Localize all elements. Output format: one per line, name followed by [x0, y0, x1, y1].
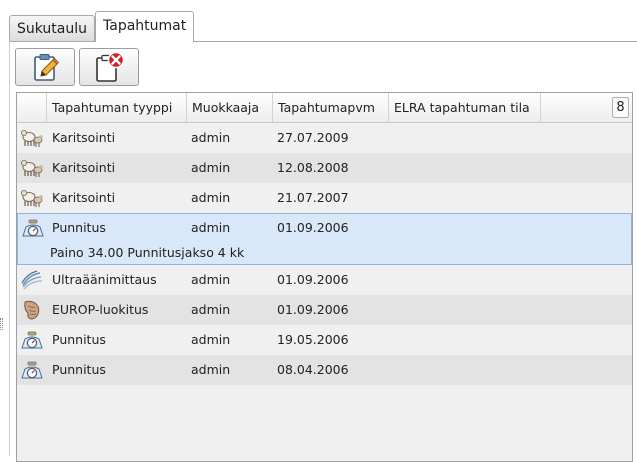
cell-editor: admin — [191, 302, 231, 317]
cell-date: 01.09.2006 — [277, 302, 349, 317]
clipboard-edit-icon — [34, 54, 60, 81]
cell-editor: admin — [191, 190, 231, 205]
cell-type: Ultraäänimittaus — [52, 272, 157, 287]
cell-editor: admin — [191, 130, 231, 145]
cell-date: 08.04.2006 — [277, 362, 349, 377]
cell-editor: admin — [191, 272, 231, 287]
cell-type: EUROP-luokitus — [52, 302, 149, 317]
cell-date: 12.08.2008 — [277, 160, 349, 175]
column-header-editor[interactable]: Muokkaaja — [187, 93, 273, 122]
cell-type: Punnitus — [52, 220, 106, 235]
lamb-icon — [21, 130, 43, 147]
tab-sukutaulu[interactable]: Sukutaulu — [9, 15, 96, 41]
cell-type: Karitsointi — [52, 160, 116, 175]
table-row-selected[interactable]: Punnitus admin 01.09.2006 Paino 34.00 Pu… — [17, 213, 632, 265]
table-row[interactable]: Ultraäänimittaus admin 01.09.2006 — [17, 265, 632, 295]
cell-editor: admin — [191, 160, 231, 175]
row-detail-text: Paino 34.00 Punnitusjakso 4 kk — [50, 245, 245, 260]
table-row[interactable]: Karitsointi admin 27.07.2009 — [17, 123, 632, 153]
cell-type: Karitsointi — [52, 130, 116, 145]
cell-date: 01.09.2006 — [277, 272, 349, 287]
header-icon-column — [17, 93, 47, 122]
row-count-badge: 8 — [612, 97, 629, 118]
column-header-type[interactable]: Tapahtuman tyyppi — [47, 93, 187, 122]
scale-icon — [22, 219, 44, 237]
panel-left-edge — [9, 41, 10, 456]
clipboard-delete-icon — [96, 51, 125, 82]
cell-type: Karitsointi — [52, 190, 116, 205]
column-header-elra-status[interactable]: ELRA tapahtuman tila — [389, 93, 541, 122]
splitter-grip[interactable] — [0, 318, 3, 330]
cell-editor: admin — [191, 220, 231, 235]
lamb-icon — [21, 190, 43, 207]
scale-icon — [21, 331, 43, 349]
cell-editor: admin — [191, 332, 231, 347]
lamb-icon — [21, 160, 43, 177]
carcass-icon — [24, 300, 40, 320]
cell-date: 27.07.2009 — [277, 130, 349, 145]
edit-event-button[interactable] — [15, 48, 75, 86]
delete-event-button[interactable] — [79, 48, 139, 86]
cell-editor: admin — [191, 362, 231, 377]
table-row[interactable]: Punnitus admin 08.04.2006 — [17, 355, 632, 385]
table-row[interactable]: Karitsointi admin 12.08.2008 — [17, 153, 632, 183]
cell-type: Punnitus — [52, 362, 106, 377]
table-row[interactable]: Punnitus admin 19.05.2006 — [17, 325, 632, 355]
cell-date: 01.09.2006 — [277, 220, 349, 235]
ultrasound-icon — [21, 270, 43, 290]
scale-icon — [21, 361, 43, 379]
events-grid: Tapahtuman tyyppi Muokkaaja Tapahtumapvm… — [16, 92, 633, 462]
tab-tapahtumat[interactable]: Tapahtumat — [95, 11, 195, 42]
cell-date: 21.07.2007 — [277, 190, 349, 205]
column-header-date[interactable]: Tapahtumapvm — [273, 93, 389, 122]
grid-header: Tapahtuman tyyppi Muokkaaja Tapahtumapvm… — [17, 93, 632, 123]
cell-type: Punnitus — [52, 332, 106, 347]
table-row[interactable]: EUROP-luokitus admin 01.09.2006 — [17, 295, 632, 325]
table-row[interactable]: Karitsointi admin 21.07.2007 — [17, 183, 632, 213]
cell-date: 19.05.2006 — [277, 332, 349, 347]
